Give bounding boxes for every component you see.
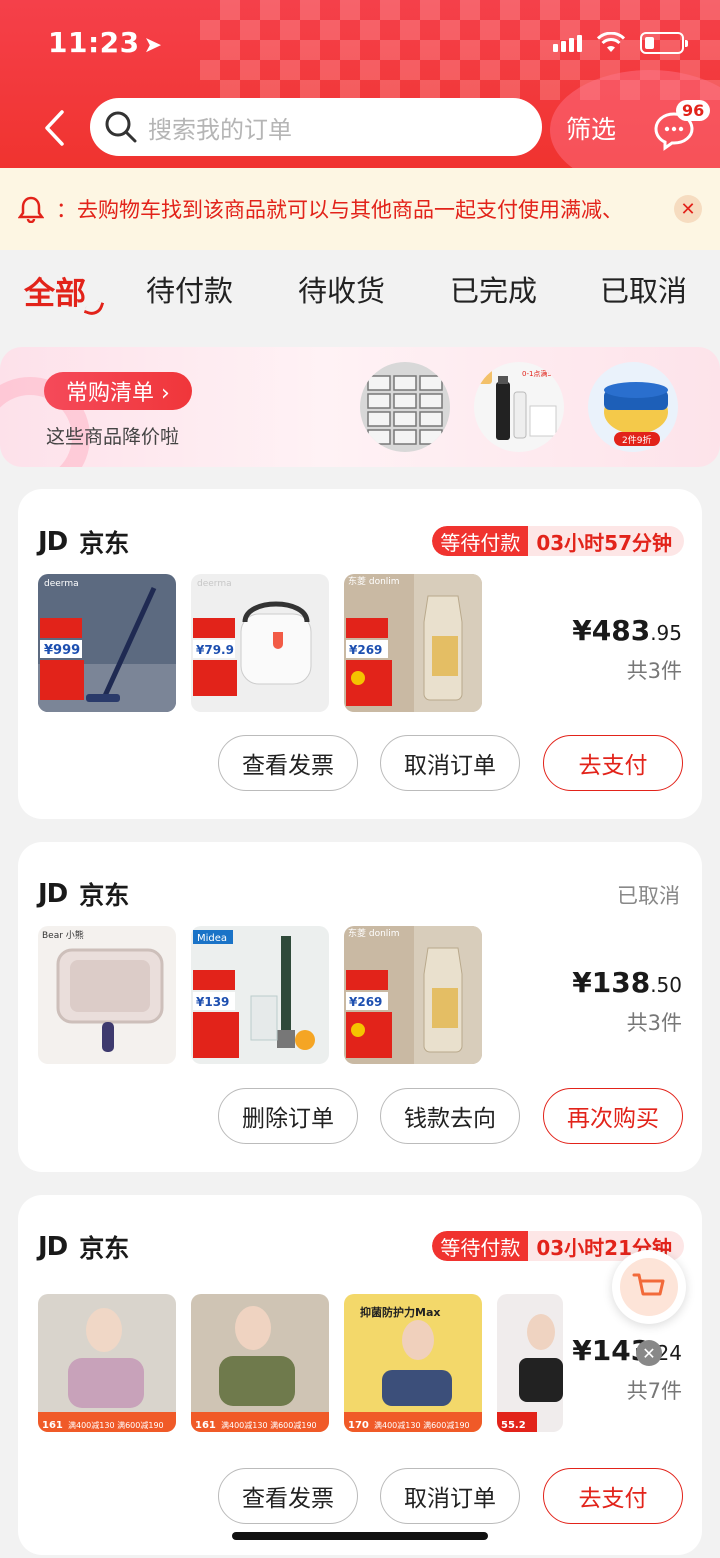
floating-cart-button[interactable] bbox=[612, 1250, 686, 1324]
message-badge: 96 bbox=[676, 100, 711, 121]
cart-icon bbox=[632, 1273, 665, 1296]
item-count: 共3件 bbox=[626, 1011, 682, 1035]
product-thumbnail[interactable]: ¥269 东菱 donlim bbox=[344, 574, 482, 712]
notice-close-button[interactable]: ✕ bbox=[674, 195, 702, 223]
search-icon bbox=[105, 111, 137, 143]
product-thumbnail[interactable]: ¥139 Midea bbox=[191, 926, 329, 1064]
close-icon: ✕ bbox=[642, 1343, 656, 1363]
view-invoice-button[interactable]: 查看发票 bbox=[218, 735, 358, 791]
status-label: 等待付款 bbox=[432, 526, 529, 556]
wifi-icon bbox=[596, 32, 626, 52]
product-brand: deerma bbox=[44, 579, 79, 589]
cellular-signal-icon bbox=[553, 34, 582, 52]
status-icons bbox=[553, 32, 688, 54]
product-thumbnail[interactable]: 抑菌防护力Max 170 满400减130 满600减190 bbox=[344, 1294, 482, 1432]
price-main: ¥138 bbox=[572, 966, 651, 999]
shop-label: 京东 bbox=[79, 1234, 130, 1263]
status-badge: 等待付款 03小时57分钟 bbox=[432, 526, 684, 556]
pay-button[interactable]: 去支付 bbox=[543, 735, 683, 791]
tab-pending-payment[interactable]: 待付款 bbox=[146, 268, 233, 310]
status-time: 11:23 ➤ bbox=[48, 26, 163, 59]
status-label: 等待付款 bbox=[432, 1231, 529, 1261]
notice-text: ：去购物车找到该商品就可以与其他商品一起支付使用满减、 bbox=[56, 198, 623, 222]
search-input[interactable]: 搜索我的订单 bbox=[90, 98, 542, 156]
view-invoice-button[interactable]: 查看发票 bbox=[218, 1468, 358, 1524]
product-promo: 满400减130 满600减190 bbox=[221, 1420, 317, 1430]
shop-label: 京东 bbox=[79, 529, 130, 558]
product-thumbnail[interactable]: ¥269 东菱 donlim bbox=[344, 926, 482, 1064]
floating-cart-close-button[interactable]: ✕ bbox=[636, 1340, 662, 1366]
back-button[interactable] bbox=[34, 104, 74, 152]
product-thumbnail[interactable]: ¥79.9 deerma bbox=[191, 574, 329, 712]
jd-logo-icon: JD bbox=[38, 1232, 68, 1262]
promo-product-image[interactable]: 0-1点满59元+ bbox=[474, 362, 564, 452]
notice-bar: ：去购物车找到该商品就可以与其他商品一起支付使用满减、 ✕ bbox=[0, 168, 720, 250]
tab-cancelled[interactable]: 已取消 bbox=[600, 268, 687, 310]
status-label: 已取消 bbox=[617, 884, 680, 908]
product-price-tag: ¥139 bbox=[196, 995, 229, 1009]
home-indicator bbox=[232, 1532, 488, 1540]
product-promo: 满400减130 满600减190 bbox=[68, 1420, 164, 1430]
product-brand: deerma bbox=[197, 579, 232, 589]
chevron-left-icon bbox=[45, 110, 64, 146]
shop-name[interactable]: JD 京东 bbox=[38, 524, 129, 560]
pay-button[interactable]: 去支付 bbox=[543, 1468, 683, 1524]
tab-all[interactable]: 全部 bbox=[24, 268, 86, 313]
product-brand: 抑菌防护力Max bbox=[360, 1305, 440, 1319]
shop-name[interactable]: JD 京东 bbox=[38, 876, 129, 912]
shop-name[interactable]: JD 京东 bbox=[38, 1229, 129, 1265]
tab-completed[interactable]: 已完成 bbox=[450, 268, 537, 310]
delete-order-button[interactable]: 删除订单 bbox=[218, 1088, 358, 1144]
price-main: ¥483 bbox=[572, 614, 651, 647]
svg-text:2件9折: 2件9折 bbox=[622, 434, 651, 446]
product-price-tag: 161 bbox=[195, 1420, 216, 1431]
close-icon: ✕ bbox=[680, 198, 696, 220]
countdown-label: 03小时57分钟 bbox=[528, 526, 684, 556]
cancel-order-button[interactable]: 取消订单 bbox=[380, 1468, 520, 1524]
product-thumbnail[interactable]: Bear 小熊 bbox=[38, 926, 176, 1064]
tab-pending-receipt[interactable]: 待收货 bbox=[298, 268, 385, 310]
bell-icon bbox=[18, 196, 44, 223]
promo-subtitle: 这些商品降价啦 bbox=[46, 426, 180, 448]
order-price: ¥143.24 共7件 bbox=[572, 1334, 682, 1405]
product-brand: 东菱 donlim bbox=[348, 575, 400, 587]
refund-tracking-button[interactable]: 钱款去向 bbox=[380, 1088, 520, 1144]
battery-icon bbox=[640, 32, 688, 54]
product-price-tag: 55.2 bbox=[501, 1420, 526, 1431]
price-decimal: .50 bbox=[650, 973, 682, 997]
shop-label: 京东 bbox=[79, 881, 130, 910]
product-brand: Bear 小熊 bbox=[42, 929, 84, 941]
filter-button[interactable]: 筛选 bbox=[566, 110, 616, 146]
product-thumbnail[interactable]: ¥999 deerma bbox=[38, 574, 176, 712]
status-time-text: 11:23 bbox=[48, 26, 140, 59]
buy-again-button[interactable]: 再次购买 bbox=[543, 1088, 683, 1144]
product-thumbnail[interactable]: 161 满400减130 满600减190 bbox=[191, 1294, 329, 1432]
product-promo: 满400减130 满600减190 bbox=[374, 1420, 470, 1430]
location-arrow-icon: ➤ bbox=[143, 33, 163, 58]
item-count: 共7件 bbox=[626, 1379, 682, 1403]
product-brand: 东菱 donlim bbox=[348, 927, 400, 939]
order-price: ¥483.95 共3件 bbox=[572, 614, 682, 685]
product-thumbnail[interactable]: 55.2 bbox=[497, 1294, 563, 1432]
frequent-purchase-list-button[interactable]: 常购清单 › bbox=[44, 372, 192, 410]
product-brand: Midea bbox=[197, 933, 227, 944]
product-thumbnail[interactable]: 161 满400减130 满600减190 bbox=[38, 1294, 176, 1432]
product-price-tag: ¥269 bbox=[349, 995, 382, 1009]
order-price: ¥138.50 共3件 bbox=[572, 966, 682, 1037]
jd-logo-icon: JD bbox=[38, 527, 68, 557]
item-count: 共3件 bbox=[626, 659, 682, 683]
jd-logo-icon: JD bbox=[38, 879, 68, 909]
tab-active-indicator bbox=[83, 297, 105, 319]
search-placeholder: 搜索我的订单 bbox=[148, 115, 292, 144]
promo-product-image[interactable]: 2件9折 bbox=[588, 362, 678, 452]
price-decimal: .95 bbox=[650, 621, 682, 645]
product-price-tag: 161 bbox=[42, 1420, 63, 1431]
product-price-tag: 170 bbox=[348, 1420, 369, 1431]
product-price-tag: ¥269 bbox=[349, 643, 382, 657]
cancel-order-button[interactable]: 取消订单 bbox=[380, 735, 520, 791]
product-price-tag: ¥79.9 bbox=[196, 643, 234, 657]
product-price-tag: ¥999 bbox=[44, 643, 80, 658]
promo-product-image[interactable] bbox=[360, 362, 450, 452]
